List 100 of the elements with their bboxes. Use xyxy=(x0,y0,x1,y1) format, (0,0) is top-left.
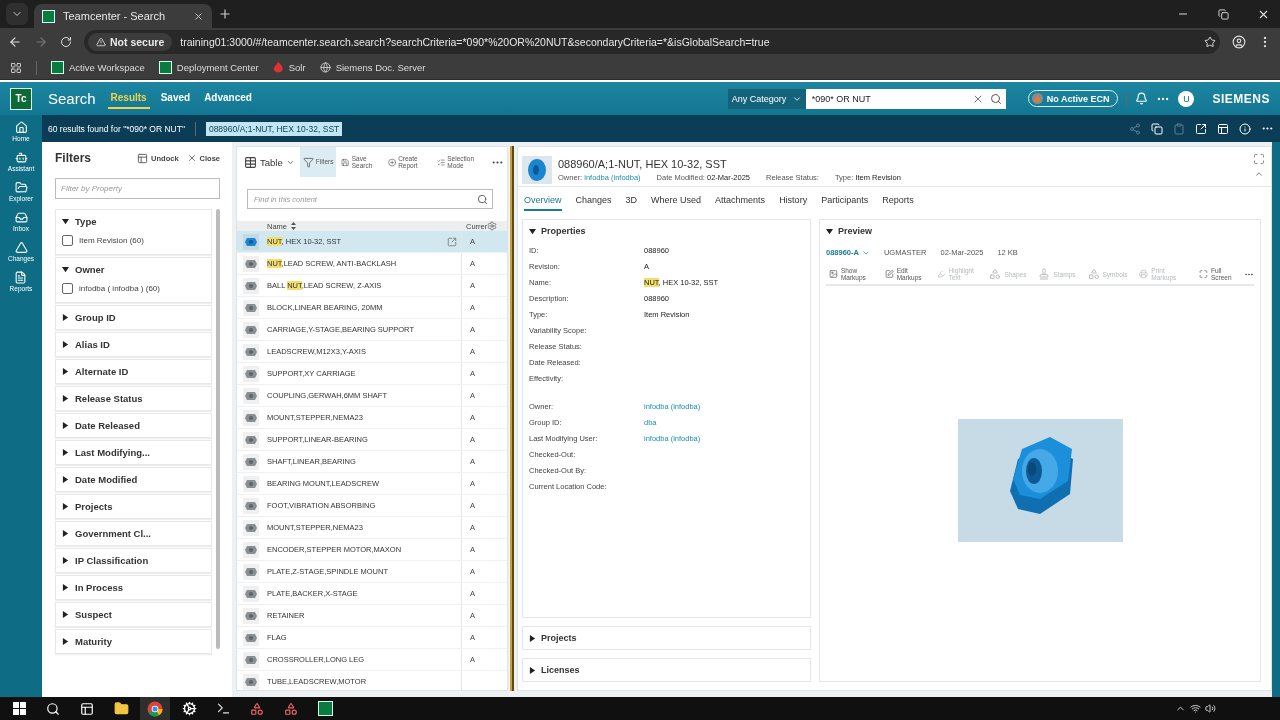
folder-icon[interactable] xyxy=(113,701,129,716)
collapsed-icon[interactable] xyxy=(529,634,536,642)
filter-label[interactable]: Date Released xyxy=(75,420,140,431)
reload-icon[interactable] xyxy=(60,36,72,48)
collapsed-icon[interactable] xyxy=(62,638,69,645)
restore-icon[interactable] xyxy=(1217,8,1229,20)
section-title[interactable]: Licenses xyxy=(541,665,580,675)
expanded-icon[interactable] xyxy=(529,227,536,235)
bookmark[interactable]: Siemens Doc. Server xyxy=(319,62,426,73)
app-icon[interactable] xyxy=(284,701,298,716)
detail-tab[interactable]: Reports xyxy=(882,195,914,211)
tab-list-button[interactable] xyxy=(6,3,28,25)
search-icon[interactable] xyxy=(46,701,60,716)
filter-label[interactable]: Group ID xyxy=(75,312,116,323)
detail-tab[interactable]: Where Used xyxy=(651,195,702,211)
new-tab-icon[interactable] xyxy=(218,7,232,21)
filter-label[interactable]: Suspect xyxy=(75,609,112,620)
collapsed-icon[interactable] xyxy=(62,530,69,537)
filter-label[interactable]: Release Status xyxy=(75,393,143,404)
layout-icon[interactable] xyxy=(1217,122,1229,135)
task-view-icon[interactable] xyxy=(80,701,94,716)
detail-tab[interactable]: Overview xyxy=(524,195,562,211)
collapse-icon[interactable] xyxy=(1254,169,1264,179)
fullscreen-icon[interactable] xyxy=(1253,153,1265,165)
scrollbar[interactable] xyxy=(216,209,220,649)
collapsed-icon[interactable] xyxy=(62,395,69,402)
collapsed-icon[interactable] xyxy=(529,666,536,674)
filter-label[interactable]: Type xyxy=(75,216,97,227)
volume-icon[interactable] xyxy=(1205,703,1216,714)
detail-tab[interactable]: Attachments xyxy=(715,195,766,211)
filter-label[interactable]: Alternate ID xyxy=(75,366,129,377)
bookmark[interactable]: Solr xyxy=(272,62,306,73)
app-icon[interactable] xyxy=(250,701,264,716)
filter-label[interactable]: Alias ID xyxy=(75,339,110,350)
app-icon[interactable] xyxy=(317,701,333,716)
filter-label[interactable]: Date Modified xyxy=(75,474,138,485)
expanded-icon[interactable] xyxy=(62,266,69,273)
filter-label[interactable]: Maturity xyxy=(75,636,112,647)
folder-icon xyxy=(14,181,28,194)
collapsed-icon[interactable] xyxy=(62,476,69,483)
detail-tab[interactable]: Participants xyxy=(821,195,869,211)
section-title[interactable]: Projects xyxy=(541,633,577,643)
view-dropdown[interactable]: Table xyxy=(241,147,298,177)
sort-icon[interactable] xyxy=(291,222,296,230)
filter-field[interactable]: Filter by Property xyxy=(55,178,220,199)
settings-icon[interactable] xyxy=(487,221,498,231)
expanded-icon[interactable] xyxy=(62,218,69,225)
collapsed-icon[interactable] xyxy=(62,341,69,348)
app-logo[interactable]: Tc xyxy=(10,87,32,110)
filter-label[interactable]: IP Classification xyxy=(75,555,149,566)
part-icon xyxy=(243,673,259,690)
gear-icon[interactable] xyxy=(181,701,197,716)
search-box[interactable]: *090* OR NUT xyxy=(805,88,1006,109)
save-icon xyxy=(341,156,350,168)
selection-chip[interactable]: 088960/A;1-NUT, HEX 10-32, SST xyxy=(205,121,343,136)
category-select[interactable]: Any Category xyxy=(727,88,806,109)
header-tab[interactable]: Saved xyxy=(157,88,194,109)
expanded-icon[interactable] xyxy=(826,227,833,235)
collapsed-icon[interactable] xyxy=(62,584,69,591)
filter-label[interactable]: Projects xyxy=(75,501,113,512)
collapsed-icon[interactable] xyxy=(62,314,69,321)
forward-icon[interactable] xyxy=(34,35,48,49)
splitter[interactable] xyxy=(510,146,514,691)
filter-label[interactable]: Last Modifying... xyxy=(75,447,150,458)
collapsed-icon[interactable] xyxy=(62,449,69,456)
robot-icon xyxy=(14,151,28,164)
bookmark[interactable]: Deployment Center xyxy=(158,61,259,74)
detail-tab[interactable]: History xyxy=(779,195,808,211)
star-icon[interactable] xyxy=(1204,36,1216,48)
header-tab[interactable]: Advanced xyxy=(201,88,255,109)
info-icon[interactable] xyxy=(1239,122,1251,135)
security-chip[interactable]: Not secure xyxy=(88,33,173,51)
detail-tab[interactable]: Changes xyxy=(575,195,612,211)
network-icon[interactable] xyxy=(1190,703,1201,714)
bell-icon[interactable] xyxy=(1135,92,1149,105)
collapsed-icon[interactable] xyxy=(62,611,69,618)
bookmark[interactable]: Active Workspace xyxy=(51,61,145,74)
user-avatar[interactable]: U xyxy=(1178,90,1195,107)
filter-label[interactable]: Owner xyxy=(75,264,105,275)
address-bar[interactable]: Not secure training01:3000/#/teamcenter.search.search?searchCriteria=*090*%20OR%20NUT&secondaryCriteria=*&isGlobalSearch=true xyxy=(84,30,1220,54)
collapsed-icon[interactable] xyxy=(62,503,69,510)
apps-icon[interactable] xyxy=(10,61,22,74)
browser-tab[interactable]: Teamcenter - Search xyxy=(34,4,212,28)
profile-icon[interactable] xyxy=(1232,35,1246,49)
collapsed-icon[interactable] xyxy=(62,557,69,564)
copy-icon[interactable] xyxy=(1151,122,1163,135)
share-icon[interactable] xyxy=(1129,122,1141,135)
checkbox[interactable] xyxy=(62,235,73,246)
taskbar-app[interactable] xyxy=(140,697,170,720)
collapsed-icon[interactable] xyxy=(62,368,69,375)
checkbox[interactable] xyxy=(62,283,73,294)
filter-label[interactable]: In Process xyxy=(75,582,124,593)
collapsed-icon[interactable] xyxy=(62,422,69,429)
filter-label[interactable]: Government Cl... xyxy=(75,528,151,539)
detail-tab[interactable]: 3D xyxy=(625,195,638,211)
close-icon[interactable] xyxy=(193,10,204,22)
terminal-icon[interactable] xyxy=(215,701,231,716)
browser-icon[interactable] xyxy=(147,700,163,717)
nut-icon xyxy=(522,155,552,184)
back-icon[interactable] xyxy=(8,35,22,49)
